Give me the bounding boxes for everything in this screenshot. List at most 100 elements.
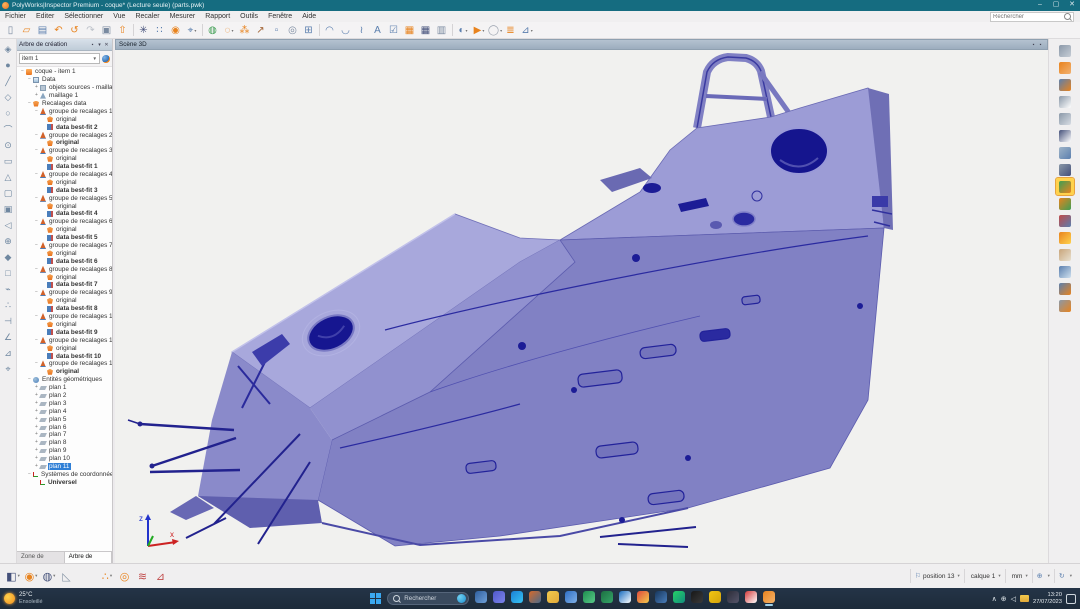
polyline-icon[interactable]: ⌁ [1,281,16,297]
taskbar-app-notes[interactable] [708,591,721,606]
table-icon[interactable]: ▦ [418,23,434,38]
tray-folder-icon[interactable] [1020,595,1029,602]
taskbar-app-slate[interactable] [726,591,739,606]
cube-icon[interactable]: □ [1,265,16,281]
tree-expander[interactable]: − [26,471,33,478]
polygon-icon[interactable]: △ [1,169,16,185]
feature-sphere-icon[interactable]: ◈ [1,41,16,57]
tree-row[interactable]: data best-fit 1 [17,163,112,171]
menu-aide[interactable]: Aide [297,13,321,20]
tree-row[interactable]: − Recalages data [17,100,112,108]
macro-icon[interactable]: ◐ ▾ [455,23,471,38]
mesh-edit-icon[interactable] [1056,280,1074,297]
ellipse-icon[interactable]: ⊙ [1,137,16,153]
tree-row[interactable]: − groupe de recalages 4 [17,171,112,179]
tree-row[interactable]: original [17,368,112,376]
scene-3d[interactable]: z x [115,50,1048,563]
taskbar-weather[interactable]: 25°C Ensoleillé [4,592,154,606]
view-restore-icon[interactable]: ↺ [67,23,83,38]
path-stage-icon[interactable]: ⊿ [152,567,170,585]
tree-row[interactable]: − groupe de recalages 8 [17,265,112,273]
tree-row[interactable]: − groupe de recalages 9 [17,289,112,297]
probe-tool-icon[interactable]: ◉ ▾ [22,567,40,585]
tree-expander[interactable]: − [26,100,33,107]
tree-expander[interactable]: − [33,147,40,154]
report-table-icon[interactable]: ▦ [402,23,418,38]
taskbar-app-remote[interactable] [528,591,541,606]
tree-row[interactable]: + plan 9 [17,447,112,455]
taskbar-app-chrome[interactable] [636,591,649,606]
scan-icon[interactable]: ◌ ▾ [221,23,237,38]
zoom-history-icon[interactable] [1056,110,1074,127]
layer-selector[interactable]: calque 1 ▾ [964,569,1005,583]
tree-row[interactable]: original [17,297,112,305]
comparison-icon[interactable] [1056,212,1074,229]
tree-row[interactable]: original [17,249,112,257]
taskbar-app-teams[interactable] [492,591,505,606]
notifications-icon[interactable] [1066,594,1076,604]
globe-icon[interactable]: ◍ [205,23,221,38]
tree-row[interactable]: data best-fit 4 [17,210,112,218]
tree-expander[interactable]: − [26,76,33,83]
view-cube-icon[interactable] [1056,144,1074,161]
tree-expander[interactable]: − [26,376,33,383]
menu-outils[interactable]: Outils [235,13,263,20]
gear-tool-icon[interactable] [1056,297,1074,314]
zoom-region-icon[interactable] [1056,93,1074,110]
menu-fichier[interactable]: Fichier [0,13,31,20]
rotate-icon[interactable] [1056,59,1074,76]
menu-mesurer[interactable]: Mesurer [165,13,201,20]
tree-row[interactable]: + plan 5 [17,415,112,423]
taskbar-app-excel[interactable] [600,591,613,606]
plane-icon[interactable]: ◇ [1,89,16,105]
gauge-icon[interactable]: ◡ [338,23,354,38]
tree-row[interactable]: data best-fit 3 [17,186,112,194]
tree-row[interactable]: data best-fit 6 [17,257,112,265]
slot-icon[interactable]: ▢ [1,185,16,201]
tree-expander[interactable]: − [33,289,40,296]
tree-row[interactable]: original [17,321,112,329]
zoom-search-icon[interactable]: ◎ [285,23,301,38]
start-button[interactable] [370,593,382,605]
tree-expander[interactable]: − [33,108,40,115]
profile-gauge-icon[interactable]: ⊿ [1,345,16,361]
open-folder-icon[interactable]: ▱ [19,23,35,38]
caliper-icon[interactable]: ⊣ [1,313,16,329]
annotation-flag-icon[interactable] [1056,229,1074,246]
sphere-icon[interactable]: ⊕ [1,233,16,249]
align-split-icon[interactable]: ◧ ▾ [4,567,22,585]
menu-vue[interactable]: Vue [108,13,130,20]
tree-row[interactable]: data best-fit 9 [17,328,112,336]
tree-row[interactable]: original [17,226,112,234]
pin-icon[interactable]: ▪ [89,42,96,48]
sequence-icon[interactable]: ≣ [503,23,519,38]
capture-frame-icon[interactable]: ▣ [99,23,115,38]
tree-row[interactable]: original [17,155,112,163]
menu-rapport[interactable]: Rapport [200,13,235,20]
menu-fenetre[interactable]: Fenêtre [263,13,297,20]
tree-row[interactable]: − coque - item 1 [17,68,112,76]
tree-expander[interactable]: − [33,218,40,225]
tree-row[interactable]: original [17,178,112,186]
validate-circle-icon[interactable]: ◎ [116,567,134,585]
cluster-points-icon[interactable]: ∴ ▾ [98,567,116,585]
tree-row[interactable]: − groupe de recalages 11 [17,336,112,344]
tree-row[interactable]: + plan 7 [17,431,112,439]
record-icon[interactable]: ◯ ▾ [487,23,503,38]
taskbar-app-teamviewer[interactable] [618,591,631,606]
close-button[interactable]: ✕ [1064,0,1080,11]
probe-shield-icon[interactable]: ◉ [168,23,184,38]
tree-expander[interactable]: − [33,337,40,344]
panel-menu-icon[interactable]: ▾ [96,42,103,48]
align-center-icon[interactable]: ◍ ▾ [40,567,58,585]
tree-expander[interactable]: − [33,360,40,367]
tree-row[interactable]: − Entités géométriques [17,376,112,384]
tree-row[interactable]: − Data [17,76,112,84]
tree-row[interactable]: − groupe de recalages 5 [17,194,112,202]
context-help-icon[interactable] [102,55,110,63]
tree-row[interactable]: data best-fit 8 [17,305,112,313]
taskbar-app-camera[interactable] [582,591,595,606]
circle-icon[interactable]: ○ [1,105,16,121]
deviation-spray-icon[interactable] [1056,195,1074,212]
rectangle-icon[interactable]: ▭ [1,153,16,169]
